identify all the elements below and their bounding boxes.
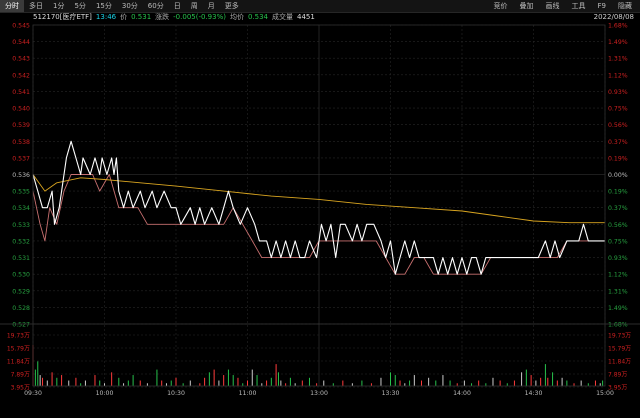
x-tick-label: 11:00 [239,390,257,397]
y-tick-label-right: 0.37% [608,139,628,146]
y-tick-label-right: 0.75% [608,106,628,113]
y-tick-label-right: 0.00% [608,172,628,179]
y-tick-label-left: 0.541 [12,89,30,96]
y-tick-label-right: 1.12% [608,72,628,79]
y-tick-label-left: 0.535 [12,189,30,196]
volume-tick-label-right: 11.84万 [608,359,631,366]
y-tick-label-right: 0.37% [608,205,628,212]
x-tick-label: 13:00 [310,390,328,397]
y-tick-label-left: 0.528 [12,305,30,312]
y-tick-label-left: 0.534 [12,205,30,212]
x-tick-label: 10:30 [167,390,185,397]
y-tick-label-left: 0.527 [12,322,30,329]
volume-tick-label-right: 15.79万 [608,346,631,353]
y-tick-label-right: 0.56% [608,122,628,129]
y-tick-label-left: 0.529 [12,288,30,295]
y-tick-label-right: 1.49% [608,39,628,46]
y-tick-label-left: 0.539 [12,122,30,129]
y-tick-label-left: 0.542 [12,72,30,79]
y-tick-label-right: 1.31% [608,56,628,63]
intraday-chart[interactable]: 0.545 1.68% 0.544 1.49% 0.543 1.31% 0.542 1.12%… [0,0,640,418]
volume-tick-label-left: 19.73万 [7,333,30,340]
y-tick-label-left: 0.537 [12,155,30,162]
y-tick-label-right: 1.31% [608,288,628,295]
x-tick-label: 13:30 [382,390,400,397]
x-tick-label: 14:00 [453,390,471,397]
y-tick-label-left: 0.538 [12,139,30,146]
y-tick-label-left: 0.531 [12,255,30,262]
x-tick-label: 10:00 [96,390,114,397]
x-tick-label: 14:30 [525,390,543,397]
y-tick-label-left: 0.532 [12,238,30,245]
y-tick-label-left: 0.540 [12,106,30,113]
volume-tick-label-left: 3.95万 [11,385,30,392]
y-tick-label-left: 0.536 [12,172,30,179]
y-tick-label-right: 1.68% [608,23,628,30]
y-tick-label-right: 0.93% [608,89,628,96]
y-tick-label-left: 0.530 [12,272,30,279]
y-tick-label-left: 0.545 [12,23,30,30]
y-tick-label-right: 1.12% [608,272,628,279]
y-tick-label-left: 0.543 [12,56,30,63]
y-tick-label-left: 0.544 [12,39,30,46]
y-tick-label-right: 0.75% [608,238,628,245]
y-tick-label-left: 0.533 [12,222,30,229]
y-tick-label-right: 0.56% [608,222,628,229]
volume-tick-label-left: 15.79万 [7,346,30,353]
y-tick-label-right: 1.49% [608,305,628,312]
y-tick-label-right: 0.19% [608,189,628,196]
volume-tick-label-right: 3.95万 [608,385,627,392]
volume-tick-label-right: 19.73万 [608,333,631,340]
y-tick-label-right: 0.93% [608,255,628,262]
y-tick-label-right: 1.68% [608,322,628,329]
volume-tick-label-right: 7.89万 [608,372,627,379]
volume-tick-label-left: 11.84万 [7,359,30,366]
y-tick-label-right: 0.19% [608,155,628,162]
volume-tick-label-left: 7.89万 [11,372,30,379]
